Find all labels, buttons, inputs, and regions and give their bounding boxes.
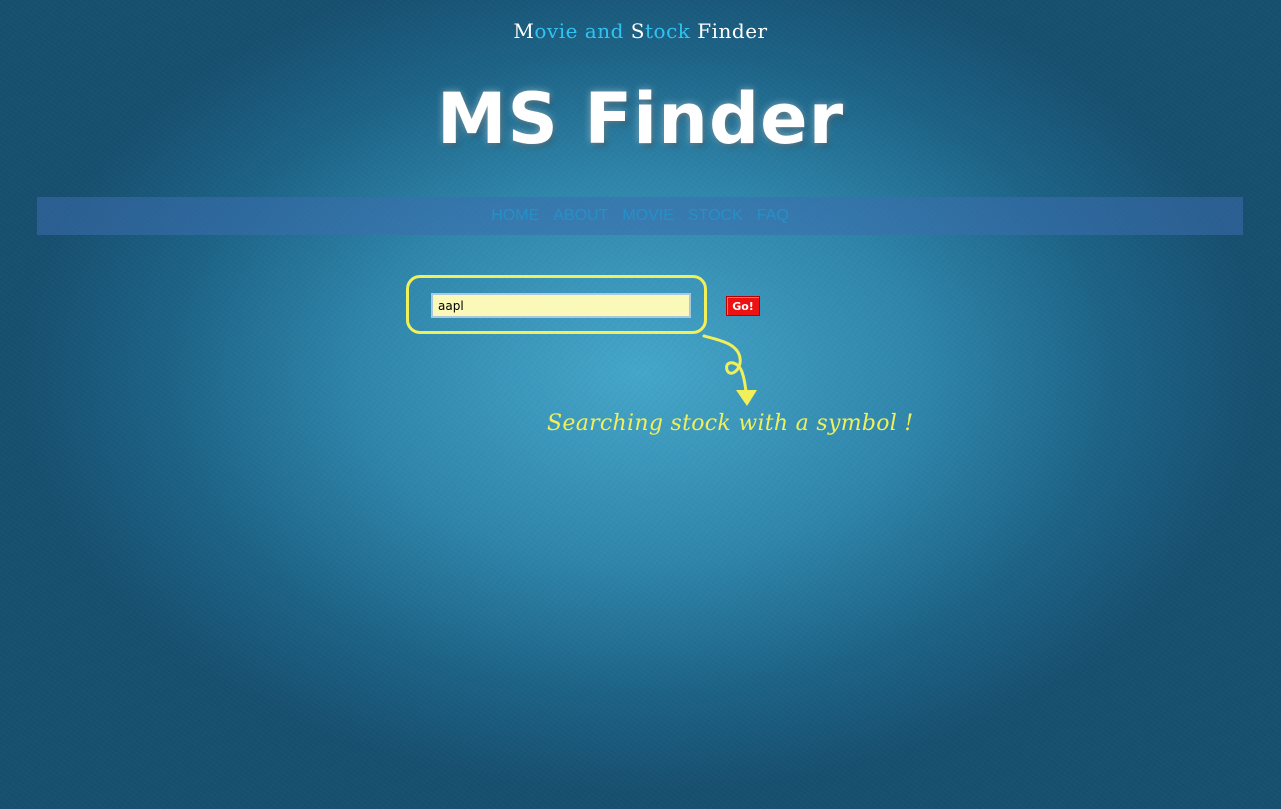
annotation-caption: Searching stock with a symbol ! [547,411,914,436]
tagline-text-tock: tock [644,19,698,43]
main-navbar: HOME ABOUT MOVIE STOCK FAQ [37,197,1243,235]
tagline-text-ovie-and: ovie and [534,19,631,43]
tagline-text-finder: Finder [697,19,768,43]
nav-movie-link[interactable]: MOVIE [622,207,674,225]
go-button[interactable]: Go! [726,296,760,316]
nav-about-link[interactable]: ABOUT [553,207,608,225]
tagline-initial-m: M [513,19,535,43]
tagline-initial-s: S [630,19,645,43]
nav-stock-link[interactable]: STOCK [688,207,743,225]
annotation-arrow-icon [702,334,757,406]
site-title: MS Finder [436,78,845,160]
site-tagline: Movie and Stock Finder [0,19,1281,43]
nav-faq-link[interactable]: FAQ [757,207,789,225]
stock-search-input[interactable] [431,293,691,318]
nav-home-link[interactable]: HOME [491,207,539,225]
